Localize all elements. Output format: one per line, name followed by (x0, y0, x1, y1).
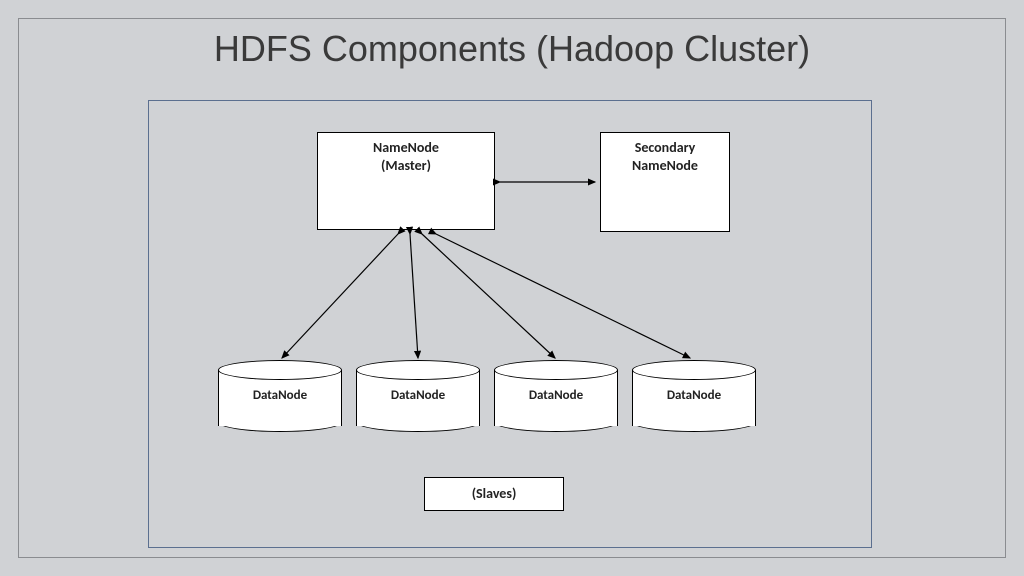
cylinder-top (356, 360, 480, 380)
datanode-label: DataNode (218, 388, 342, 403)
datanode-cylinder: DataNode (494, 360, 618, 432)
slide-title: HDFS Components (Hadoop Cluster) (0, 28, 1024, 70)
slaves-label: (Slaves) (472, 485, 517, 502)
secondary-namenode-box: Secondary NameNode (600, 132, 730, 232)
datanode-cylinder: DataNode (632, 360, 756, 432)
namenode-label-line2: (Master) (318, 157, 494, 175)
datanode-label: DataNode (494, 388, 618, 403)
datanode-cylinder: DataNode (356, 360, 480, 432)
slaves-label-box: (Slaves) (424, 477, 564, 511)
namenode-label-line1: NameNode (318, 139, 494, 157)
namenode-box: NameNode (Master) (317, 132, 495, 230)
cylinder-top (218, 360, 342, 380)
datanode-label: DataNode (356, 388, 480, 403)
datanode-label: DataNode (632, 388, 756, 403)
secondary-label-line2: NameNode (601, 157, 729, 175)
secondary-label-line1: Secondary (601, 139, 729, 157)
cylinder-top (632, 360, 756, 380)
datanode-cylinder: DataNode (218, 360, 342, 432)
cylinder-top (494, 360, 618, 380)
